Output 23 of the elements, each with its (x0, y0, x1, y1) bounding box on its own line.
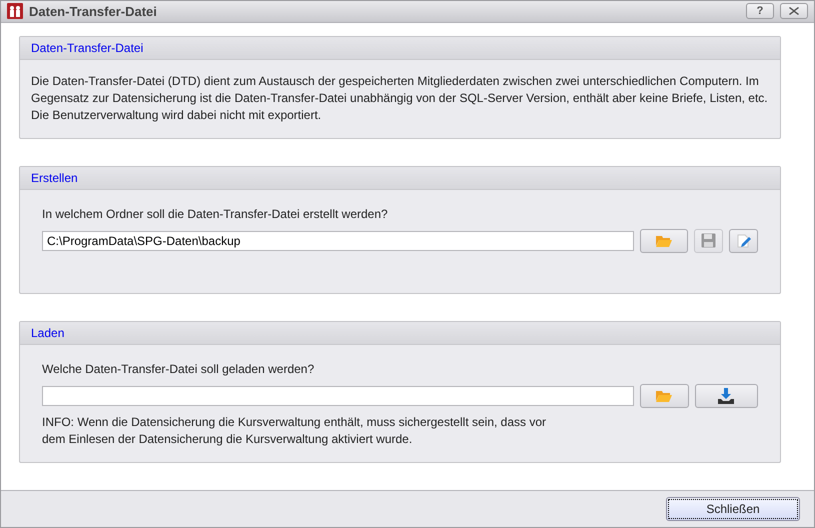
pencil-icon (736, 232, 752, 249)
section-title: Daten-Transfer-Datei (20, 36, 780, 60)
download-button[interactable] (694, 384, 758, 408)
section-title: Laden (20, 322, 780, 345)
folder-button[interactable] (640, 384, 689, 408)
folder-icon (656, 234, 672, 247)
logo-icon (7, 3, 23, 20)
description-text: Die Daten-Transfer-Datei (DTD) dient zum Austausch der gespeicherten Mitgliederdaten zwischen zwei unterschiedlichen Computern. Im Gegensatz zur Datensicherung ist die Daten-Transfer-Datei unabhängig von der SQL-Server Version, enthält aber keine Briefe, Listen, etc. Die Benutzerverwaltung wird dabei nicht mit exportiert. (30, 72, 769, 124)
window-title: Daten-Transfer-Datei (29, 2, 158, 21)
folder-icon (656, 390, 672, 402)
prompt-label: Welche Daten-Transfer-Datei soll geladen werden? (42, 360, 316, 378)
close-icon (789, 7, 799, 16)
folder-button[interactable] (640, 228, 688, 253)
info-text: INFO: Wenn die Datensicherung die Kursverwaltung enthält, muss sichergestellt sein, dass vor dem Einlesen der Datensicherung die Kursverwaltung aktiviert wurde. (42, 414, 548, 448)
prompt-label: In welchem Ordner soll die Daten-Transfer-Datei erstellt werden? (42, 206, 389, 223)
download-icon (718, 388, 734, 404)
help-button[interactable]: ? (746, 3, 774, 20)
close-button[interactable]: Schließen (666, 496, 800, 521)
path-field[interactable]: C:\ProgramData\SPG-Daten\backup (42, 230, 634, 251)
pencil-button[interactable] (729, 228, 758, 253)
path-field[interactable] (42, 386, 634, 406)
section-title: Erstellen (20, 166, 780, 190)
close-button[interactable] (780, 3, 808, 20)
